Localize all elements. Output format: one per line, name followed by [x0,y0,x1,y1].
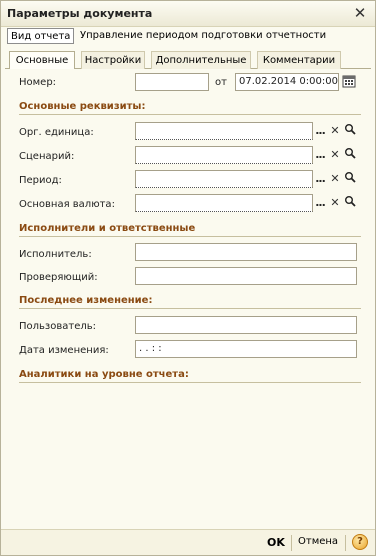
section-divider [19,308,361,309]
org-unit-clear-icon[interactable]: ✕ [328,123,342,139]
footer-divider [291,535,292,551]
change-date-field[interactable]: . . : : [135,340,357,358]
footer-divider [345,535,346,551]
tab-report-type[interactable]: Вид отчета [7,28,75,44]
date-from-label: от [215,77,227,88]
period-clear-icon[interactable]: ✕ [328,171,342,187]
section-report-analytics: Аналитики на уровне отчета: [19,369,189,380]
close-icon[interactable]: ✕ [353,5,367,21]
section-basic-requisites: Основные реквизиты: [19,101,146,112]
user-label: Пользователь: [19,321,97,332]
number-label: Номер: [19,77,57,88]
period-label: Период: [19,175,62,186]
scenario-field[interactable] [135,146,313,164]
org-unit-search-icon[interactable] [343,123,357,139]
period-field[interactable] [135,170,313,188]
main-currency-label: Основная валюта: [19,199,115,210]
section-divider [19,382,361,383]
number-field[interactable] [135,73,209,91]
tab-comments[interactable]: Комментарии [257,51,341,69]
period-select-button[interactable]: ... [313,171,327,187]
section-divider [19,236,361,237]
main-currency-field[interactable] [135,194,313,212]
tab-reporting-period-management[interactable]: Управление периодом подготовки отчетност… [77,28,329,44]
org-unit-label: Орг. единица: [19,127,94,138]
main-tab-bar: Основные Настройки Дополнительные Коммен… [5,51,371,70]
main-currency-clear-icon[interactable]: ✕ [328,195,342,211]
user-field[interactable] [135,316,357,334]
scenario-label: Сценарий: [19,151,75,162]
document-parameters-window: Параметры документа ✕ Вид отчета Управле… [0,0,376,556]
window-title: Параметры документа [7,7,153,20]
scenario-search-icon[interactable] [343,147,357,163]
section-last-change: Последнее изменение: [19,295,153,306]
executor-field[interactable] [135,243,357,261]
checker-field[interactable] [135,267,357,285]
ok-button[interactable]: OK [267,536,285,549]
document-date-field[interactable]: 07.02.2014 0:00:00 [235,73,339,91]
tab-settings[interactable]: Настройки [81,51,145,69]
cancel-button[interactable]: Отмена [298,536,338,547]
help-icon[interactable]: ? [352,534,368,550]
section-divider [19,114,361,115]
checker-label: Проверяющий: [19,272,98,283]
dialog-footer: OK Отмена ? [1,529,375,555]
scenario-select-button[interactable]: ... [313,147,327,163]
period-search-icon[interactable] [343,171,357,187]
main-currency-select-button[interactable]: ... [313,195,327,211]
org-unit-field[interactable] [135,122,313,140]
org-unit-select-button[interactable]: ... [313,123,327,139]
tab-additional[interactable]: Дополнительные [151,51,251,69]
executor-label: Исполнитель: [19,249,92,260]
top-tab-bar: Вид отчета Управление периодом подготовк… [5,28,371,45]
change-date-label: Дата изменения: [19,345,109,356]
main-tab-panel: Номер: от 07.02.2014 0:00:00 Основные ре… [5,69,371,521]
calendar-icon[interactable] [342,74,356,90]
main-currency-search-icon[interactable] [343,195,357,211]
title-bar: Параметры документа ✕ [1,1,375,27]
section-executors: Исполнители и ответственные [19,223,196,234]
tab-main[interactable]: Основные [9,51,75,70]
scenario-clear-icon[interactable]: ✕ [328,147,342,163]
